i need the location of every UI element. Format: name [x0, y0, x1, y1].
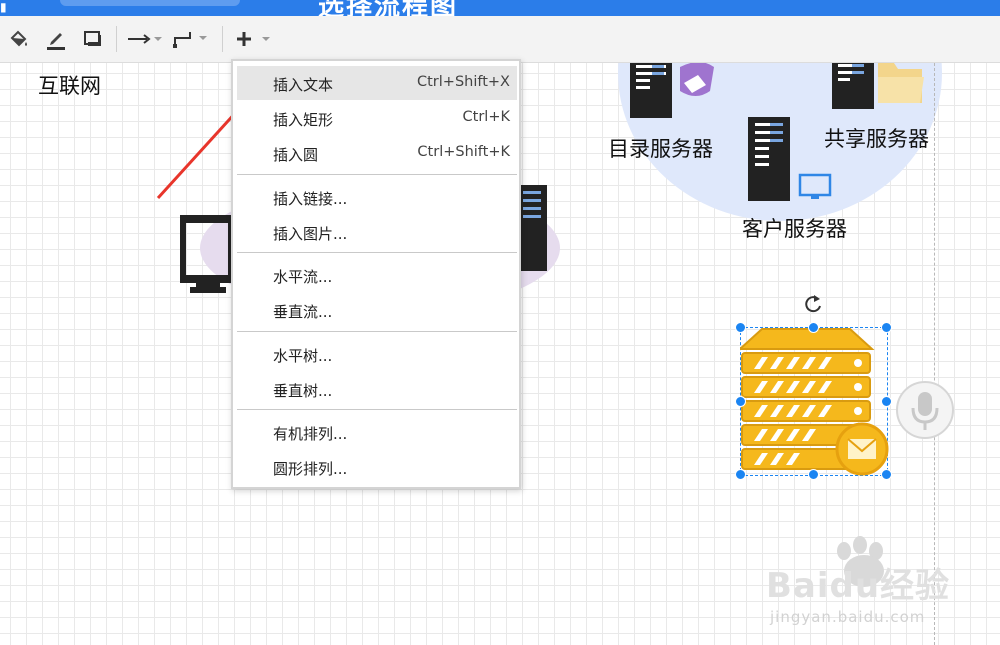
shared-server-icon[interactable] — [832, 63, 927, 111]
app-menu-icon[interactable]: ▮ — [0, 0, 10, 16]
watermark: Baidu经验 jingyan.baidu.com — [766, 558, 966, 626]
menu-separator — [237, 252, 517, 253]
insert-plus-icon — [237, 32, 270, 46]
resize-handle-sw[interactable] — [735, 469, 746, 480]
resize-handle-ne[interactable] — [881, 322, 892, 333]
rotate-handle-icon[interactable] — [802, 293, 824, 315]
menu-item-insert-link[interactable]: 插入链接... — [237, 180, 517, 214]
mail-server-icon[interactable] — [740, 327, 892, 477]
fill-color-icon — [10, 30, 27, 47]
line-color-button[interactable] — [42, 24, 70, 54]
menu-item-vertical-tree[interactable]: 垂直树... — [237, 372, 517, 406]
resize-handle-w[interactable] — [735, 396, 746, 407]
toolbar — [0, 16, 1000, 63]
menu-item-horizontal-tree[interactable]: 水平树... — [237, 337, 517, 371]
menu-item-insert-circle[interactable]: 插入圆 Ctrl+Shift+K — [237, 136, 517, 170]
label-shared-server[interactable]: 共享服务器 — [824, 123, 929, 153]
menu-item-circle-layout[interactable]: 圆形排列... — [237, 450, 517, 484]
menu-item-vertical-flow[interactable]: 垂直流... — [237, 293, 517, 327]
label-client-server[interactable]: 客户服务器 — [742, 213, 847, 243]
menu-separator — [237, 174, 517, 175]
insert-context-menu: 插入文本 Ctrl+Shift+X 插入矩形 Ctrl+K 插入圆 Ctrl+S… — [231, 59, 521, 489]
menu-item-organic-layout[interactable]: 有机排列... — [237, 415, 517, 449]
client-server-icon[interactable] — [748, 117, 838, 201]
menu-item-insert-text[interactable]: 插入文本 Ctrl+Shift+X — [237, 66, 517, 100]
title-tab[interactable] — [60, 0, 240, 6]
waypoint-elbow-icon — [173, 32, 207, 48]
directory-server-icon[interactable] — [630, 63, 720, 121]
menu-separator — [237, 409, 517, 410]
menu-item-horizontal-flow[interactable]: 水平流... — [237, 258, 517, 292]
shadow-icon — [84, 31, 101, 46]
label-directory-server[interactable]: 目录服务器 — [608, 133, 713, 163]
microphone-icon[interactable] — [893, 378, 957, 442]
connection-arrow-button[interactable] — [125, 24, 165, 54]
title-bar: ▮ 选择流程图 — [0, 0, 1000, 16]
menu-item-insert-rectangle[interactable]: 插入矩形 Ctrl+K — [237, 101, 517, 135]
resize-handle-nw[interactable] — [735, 322, 746, 333]
resize-handle-s[interactable] — [808, 469, 819, 480]
resize-handle-e[interactable] — [881, 396, 892, 407]
connection-arrow-icon — [128, 34, 162, 44]
watermark-brand: Baidu经验 — [766, 566, 951, 606]
line-color-icon — [47, 33, 65, 50]
window-title: 选择流程图 — [318, 0, 459, 16]
label-internet[interactable]: 互联网 — [38, 70, 101, 100]
fill-color-button[interactable] — [6, 24, 32, 54]
menu-separator — [237, 331, 517, 332]
shadow-button[interactable] — [80, 24, 106, 54]
waypoint-button[interactable] — [170, 24, 210, 54]
insert-button[interactable] — [232, 24, 276, 54]
watermark-url: jingyan.baidu.com — [770, 608, 926, 626]
resize-handle-n[interactable] — [808, 322, 819, 333]
resize-handle-se[interactable] — [881, 469, 892, 480]
menu-item-insert-image[interactable]: 插入图片... — [237, 215, 517, 249]
